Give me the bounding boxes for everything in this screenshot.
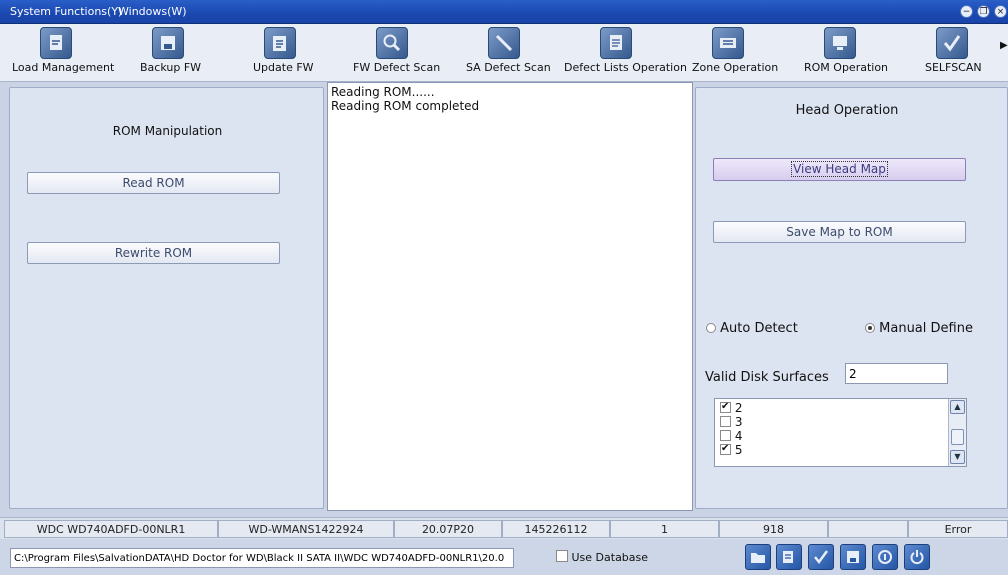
save-map-to-rom-button[interactable]: Save Map to ROM (713, 221, 966, 243)
checkbox-icon (720, 442, 731, 456)
load-management-button[interactable]: Load Management (0, 24, 115, 82)
zone-operation-button[interactable]: Zone Operation (672, 24, 784, 82)
info-icon (878, 550, 892, 564)
toolbar-more-icon[interactable]: ▶ (1000, 40, 1008, 51)
status-bar: WDC WD740ADFD-00NLR1 WD-WMANS1422924 20.… (0, 517, 1008, 539)
head-operation-panel: Head Operation View Head Map Save Map to… (695, 87, 1008, 509)
status-lba: 145226112 (502, 520, 610, 538)
save-button[interactable] (840, 544, 866, 570)
minimize-icon[interactable]: − (960, 5, 973, 18)
list-item[interactable]: 4 (720, 429, 742, 443)
status-model: WDC WD740ADFD-00NLR1 (4, 520, 218, 538)
list-item-label: 3 (734, 415, 743, 429)
open-folder-button[interactable] (745, 544, 771, 570)
power-icon (910, 550, 924, 565)
head-operation-title: Head Operation (795, 103, 899, 118)
save-icon (847, 551, 859, 563)
manual-define-radio[interactable]: Manual Define (865, 321, 973, 336)
power-button[interactable] (904, 544, 930, 570)
info-button[interactable] (872, 544, 898, 570)
list-item-label: 2 (734, 401, 743, 415)
restore-icon[interactable]: ❐ (977, 5, 990, 18)
list-item[interactable]: 5 (720, 442, 743, 457)
rom-operation-label: ROM Operation (804, 61, 889, 74)
selfscan-label: SELFSCAN (925, 61, 982, 74)
zone-operation-icon (712, 27, 744, 59)
fw-defect-scan-button[interactable]: FW Defect Scan (336, 24, 448, 82)
manual-define-label: Manual Define (879, 321, 973, 336)
selfscan-icon (936, 27, 968, 59)
use-database-checkbox[interactable]: Use Database (556, 550, 648, 564)
status-empty (828, 520, 908, 538)
menu-windows[interactable]: Windows(W) (118, 5, 187, 18)
fw-defect-scan-label: FW Defect Scan (353, 61, 441, 74)
close-icon[interactable]: × (994, 5, 1007, 18)
list-item-label: 4 (734, 429, 743, 443)
edit-button[interactable] (776, 544, 802, 570)
scroll-down-icon[interactable]: ▼ (950, 450, 965, 464)
auto-detect-label: Auto Detect (720, 321, 798, 336)
manual-define-radio-icon (865, 323, 875, 333)
edit-icon (783, 551, 793, 563)
rom-operation-icon (824, 27, 856, 59)
log-line: Reading ROM...... (331, 85, 435, 99)
sa-defect-scan-icon (488, 27, 520, 59)
backup-fw-label: Backup FW (140, 61, 202, 74)
scrollbar[interactable]: ▲ ▼ (948, 399, 966, 466)
log-line: Reading ROM completed (331, 99, 480, 113)
zone-operation-label: Zone Operation (692, 61, 779, 74)
view-head-map-button[interactable]: View Head Map (713, 158, 966, 181)
scroll-up-icon[interactable]: ▲ (950, 400, 965, 414)
scroll-thumb[interactable] (951, 429, 964, 445)
backup-fw-icon (152, 27, 184, 59)
view-head-map-label: View Head Map (791, 161, 888, 177)
defect-lists-operation-button[interactable]: Defect Lists Operation (560, 24, 687, 82)
sa-defect-scan-button[interactable]: SA Defect Scan (448, 24, 560, 82)
status-heads: 1 (610, 520, 719, 538)
rom-operation-button[interactable]: ROM Operation (784, 24, 896, 82)
update-fw-label: Update FW (253, 61, 314, 74)
fw-defect-scan-icon (376, 27, 408, 59)
use-database-label: Use Database (571, 551, 649, 564)
status-value: 918 (719, 520, 828, 538)
check-button[interactable] (808, 544, 834, 570)
list-item[interactable]: 3 (720, 415, 742, 429)
load-management-icon (40, 27, 72, 59)
surfaces-list[interactable]: 2 3 4 5 ▲ ▼ (714, 398, 967, 467)
use-database-checkbox-icon (556, 550, 568, 562)
path-field[interactable] (10, 548, 514, 568)
log-output[interactable]: Reading ROM...... Reading ROM completed (327, 82, 693, 511)
toolbar: Load Management Backup FW Update FW FW D… (0, 24, 1008, 82)
checkbox-icon (720, 430, 731, 441)
valid-disk-surfaces-label: Valid Disk Surfaces (705, 370, 829, 385)
checkbox-icon (720, 416, 731, 427)
sa-defect-scan-label: SA Defect Scan (466, 61, 551, 74)
open-folder-icon (751, 553, 765, 563)
check-icon (814, 550, 829, 565)
backup-fw-button[interactable]: Backup FW (112, 24, 224, 82)
valid-disk-surfaces-input[interactable] (845, 363, 948, 384)
load-management-label: Load Management (12, 61, 115, 74)
status-firmware: 20.07P20 (394, 520, 502, 538)
auto-detect-radio-icon (706, 323, 716, 333)
auto-detect-radio[interactable]: Auto Detect (706, 321, 798, 336)
update-fw-button[interactable]: Update FW (224, 24, 336, 82)
bottom-bar: Use Database (0, 539, 1008, 575)
checkbox-icon (720, 400, 731, 414)
status-state: Error (908, 520, 1008, 538)
read-rom-button[interactable]: Read ROM (27, 172, 280, 194)
rom-manipulation-title: ROM Manipulation (112, 124, 223, 138)
list-item-label: 5 (734, 443, 743, 457)
update-fw-icon (264, 27, 296, 59)
rewrite-rom-button[interactable]: Rewrite ROM (27, 242, 280, 264)
menu-bar: System Functions(Y) Windows(W) − ❐ × (0, 0, 1008, 24)
menu-system-functions[interactable]: System Functions(Y) (10, 5, 122, 18)
selfscan-button[interactable]: SELFSCAN (896, 24, 1000, 82)
defect-lists-icon (600, 27, 632, 59)
defect-lists-operation-label: Defect Lists Operation (564, 61, 687, 74)
rom-manipulation-panel: ROM Manipulation Read ROM Rewrite ROM (9, 87, 324, 509)
list-item[interactable]: 2 (720, 400, 743, 415)
status-serial: WD-WMANS1422924 (218, 520, 394, 538)
